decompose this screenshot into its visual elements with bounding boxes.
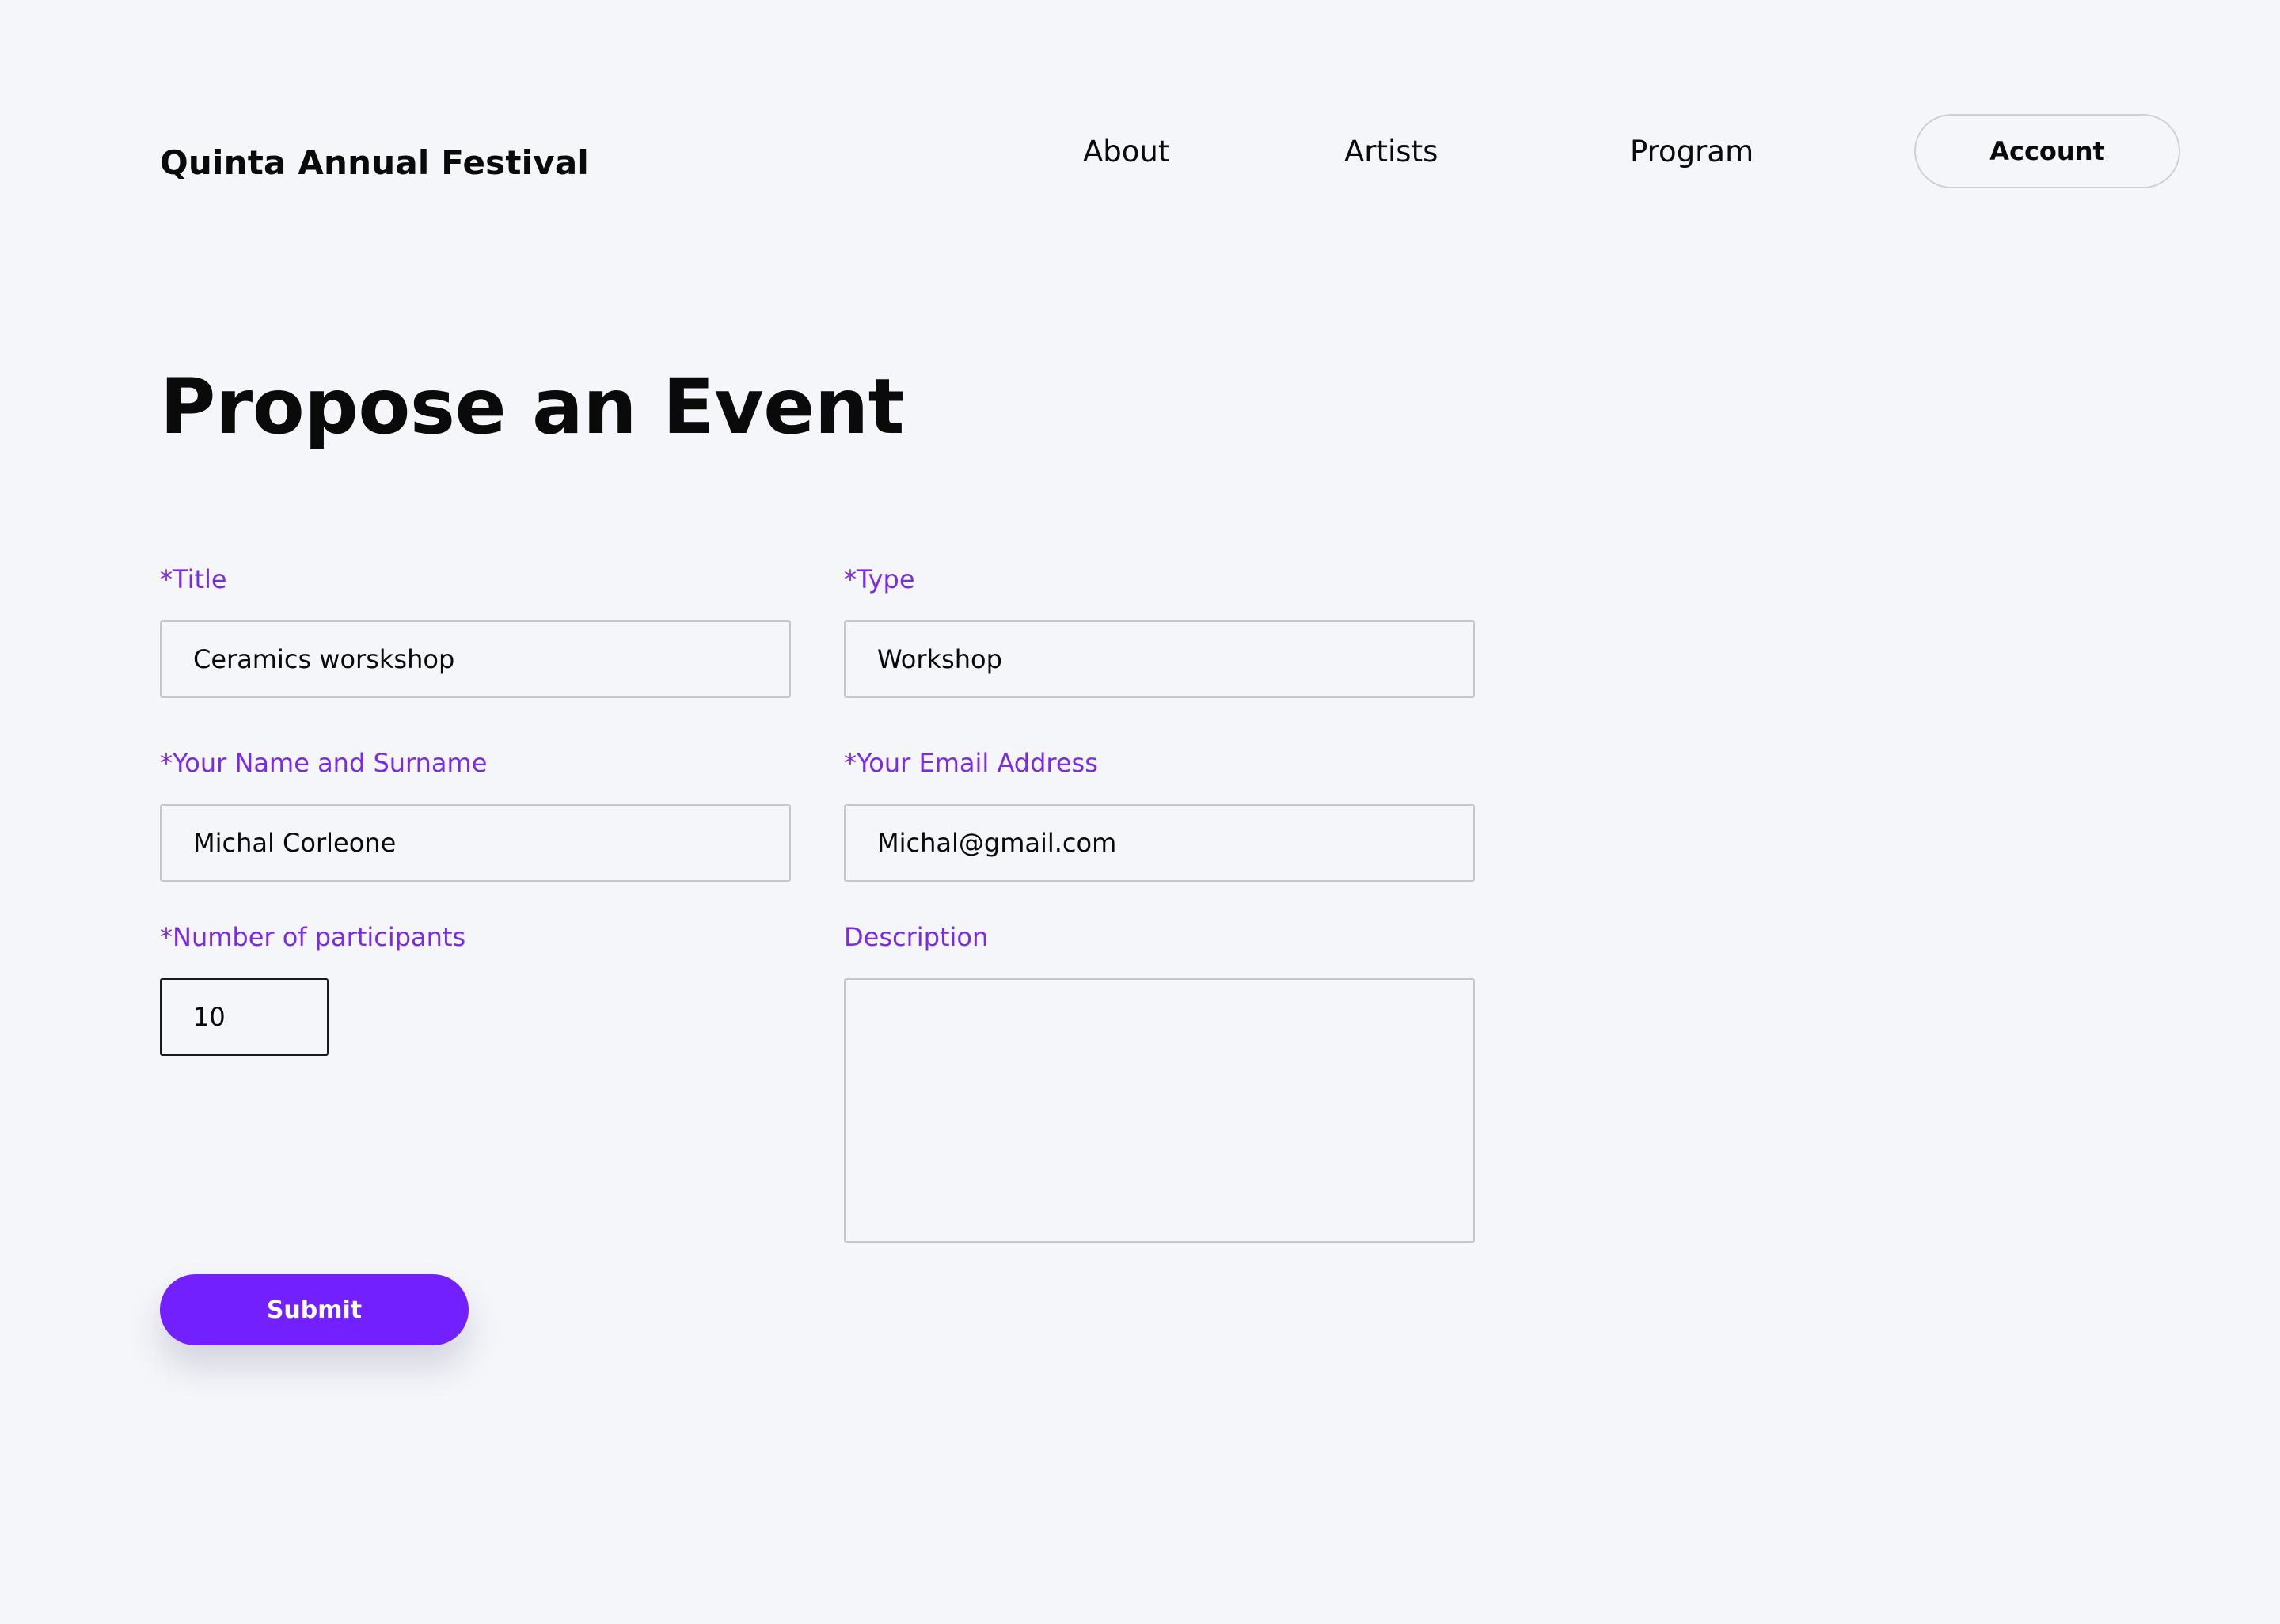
nav-link-artists[interactable]: Artists — [1344, 131, 1438, 173]
page-title: Propose an Event — [160, 362, 905, 451]
type-label: *Type — [844, 564, 915, 594]
email-label: *Your Email Address — [844, 748, 1098, 778]
name-input[interactable] — [160, 804, 791, 882]
participants-input[interactable] — [160, 978, 329, 1056]
brand-logo[interactable]: Quinta Annual Festival — [160, 141, 589, 185]
title-input[interactable] — [160, 620, 791, 698]
nav-link-program[interactable]: Program — [1630, 131, 1754, 173]
submit-button[interactable]: Submit — [160, 1274, 469, 1345]
title-label: *Title — [160, 564, 227, 594]
name-label: *Your Name and Surname — [160, 748, 488, 778]
email-input[interactable] — [844, 804, 1475, 882]
account-button[interactable]: Account — [1914, 114, 2180, 188]
description-label: Description — [844, 922, 989, 952]
participants-label: *Number of participants — [160, 922, 466, 952]
type-input[interactable] — [844, 620, 1475, 698]
nav-link-about[interactable]: About — [1083, 131, 1169, 173]
description-textarea[interactable] — [844, 978, 1475, 1243]
